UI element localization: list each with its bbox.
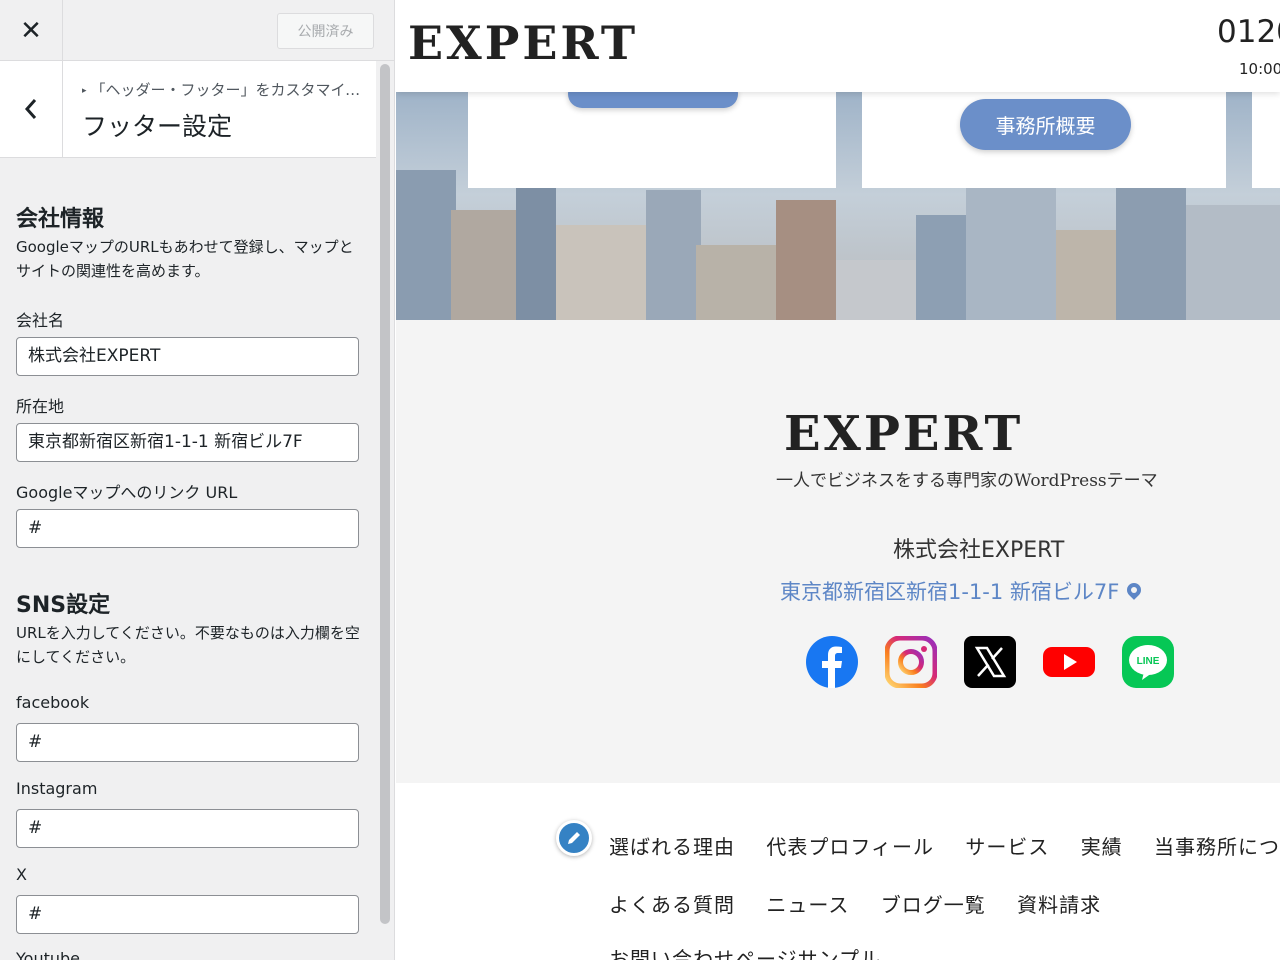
header-tel[interactable]: 0120: [1217, 14, 1280, 50]
panel-header: ▸ 「ヘッダー・フッター」をカスタマイズ中 フッター設定: [0, 61, 376, 158]
panel-title: フッター設定: [82, 112, 233, 141]
breadcrumb: ▸ 「ヘッダー・フッター」をカスタマイズ中: [82, 79, 367, 100]
facebook-icon[interactable]: [806, 636, 858, 688]
company-name-label: 会社名: [16, 311, 65, 330]
site-logo[interactable]: EXPERT: [408, 16, 638, 70]
nav-item-blog[interactable]: ブログ一覧: [881, 893, 986, 917]
company-section-title: 会社情報: [16, 207, 105, 232]
youtube-icon[interactable]: [1043, 636, 1095, 688]
edit-shortcut-icon[interactable]: [556, 820, 592, 856]
youtube-label: Youtube: [16, 949, 80, 960]
instagram-label: Instagram: [16, 779, 98, 798]
company-section-description: GoogleマップのURLもあわせて登録し、マップとサイトの関連性を高めます。: [16, 238, 354, 280]
line-icon[interactable]: LINE: [1122, 636, 1174, 688]
office-overview-button[interactable]: 事務所概要: [960, 99, 1131, 150]
nav-item-faq[interactable]: よくある質問: [609, 893, 735, 917]
nav-item-services[interactable]: サービス: [965, 835, 1049, 859]
nav-item-about-office[interactable]: 当事務所につ: [1154, 835, 1280, 859]
close-button[interactable]: ✕: [0, 0, 63, 61]
footer-company-name: 株式会社EXPERT: [893, 538, 1065, 563]
nav-item-documents[interactable]: 資料請求: [1017, 893, 1101, 917]
customizer-header: ✕ 公開済み: [0, 0, 394, 61]
footer-tagline: 一人でビジネスをする専門家のWordPressテーマ: [776, 471, 1158, 491]
site-header: EXPERT 0120 10:00: [396, 0, 1280, 92]
x-label: X: [16, 865, 27, 884]
header-hours: 10:00: [1239, 60, 1280, 78]
nav-item-reasons[interactable]: 選ばれる理由: [609, 835, 735, 859]
back-button[interactable]: [0, 61, 63, 157]
nav-item-contact-sample[interactable]: お問い合わせページサンプル: [609, 947, 881, 960]
footer-nav-row-3: お問い合わせページサンプル: [609, 943, 905, 960]
chevron-left-icon: [24, 99, 37, 119]
hero-card-partial: [1252, 92, 1280, 188]
site-preview: EXPERT 0120 10:00 事務所概要 EXPE: [396, 0, 1280, 960]
instagram-input[interactable]: #: [16, 809, 359, 848]
facebook-input[interactable]: #: [16, 723, 359, 762]
address-input[interactable]: 東京都新宿区新宿1-1-1 新宿ビル7F: [16, 423, 359, 462]
footer-info: EXPERT 一人でビジネスをする専門家のWordPressテーマ 株式会社EX…: [396, 320, 1280, 783]
footer-nav: 選ばれる理由 代表プロフィール サービス 実績 当事務所につ よくある質問 ニュ…: [396, 783, 1280, 960]
line-icon-label: LINE: [1137, 656, 1160, 667]
nav-item-profile[interactable]: 代表プロフィール: [766, 835, 934, 859]
pencil-icon: [568, 832, 580, 844]
breadcrumb-text: 「ヘッダー・フッター」をカスタマイズ中: [90, 81, 367, 99]
scrollbar-thumb[interactable]: [380, 64, 390, 924]
nav-item-results[interactable]: 実績: [1081, 835, 1123, 859]
facebook-label: facebook: [16, 693, 90, 712]
x-icon[interactable]: [964, 636, 1016, 688]
footer-logo[interactable]: EXPERT: [784, 406, 1023, 462]
map-url-label: Googleマップへのリンク URL: [16, 483, 238, 502]
map-url-input[interactable]: #: [16, 509, 359, 548]
footer-nav-row-1: 選ばれる理由 代表プロフィール サービス 実績 当事務所につ: [609, 831, 1280, 860]
hero-button-left[interactable]: [568, 92, 738, 108]
publish-button[interactable]: 公開済み: [277, 13, 374, 49]
customizer-sidebar: ✕ 公開済み ▸ 「ヘッダー・フッター」をカスタマイズ中 フッター設定 会社情報 …: [0, 0, 395, 960]
footer-address-text: 東京都新宿区新宿1-1-1 新宿ビル7F: [780, 580, 1120, 604]
nav-item-news[interactable]: ニュース: [766, 893, 849, 917]
footer-nav-row-2: よくある質問 ニュース ブログ一覧 資料請求: [609, 889, 1125, 918]
company-name-input[interactable]: 株式会社EXPERT: [16, 337, 359, 376]
sns-section-description: URLを入力してください。不要なものは入力欄を空にしてください。: [16, 624, 360, 666]
address-label: 所在地: [16, 397, 65, 416]
x-input[interactable]: #: [16, 895, 359, 934]
map-pin-icon: [1124, 580, 1145, 600]
sns-section-title: SNS設定: [16, 593, 111, 618]
footer-address-link[interactable]: 東京都新宿区新宿1-1-1 新宿ビル7F: [780, 576, 1145, 606]
hero-background: 事務所概要: [396, 92, 1280, 320]
instagram-icon[interactable]: [885, 636, 937, 688]
